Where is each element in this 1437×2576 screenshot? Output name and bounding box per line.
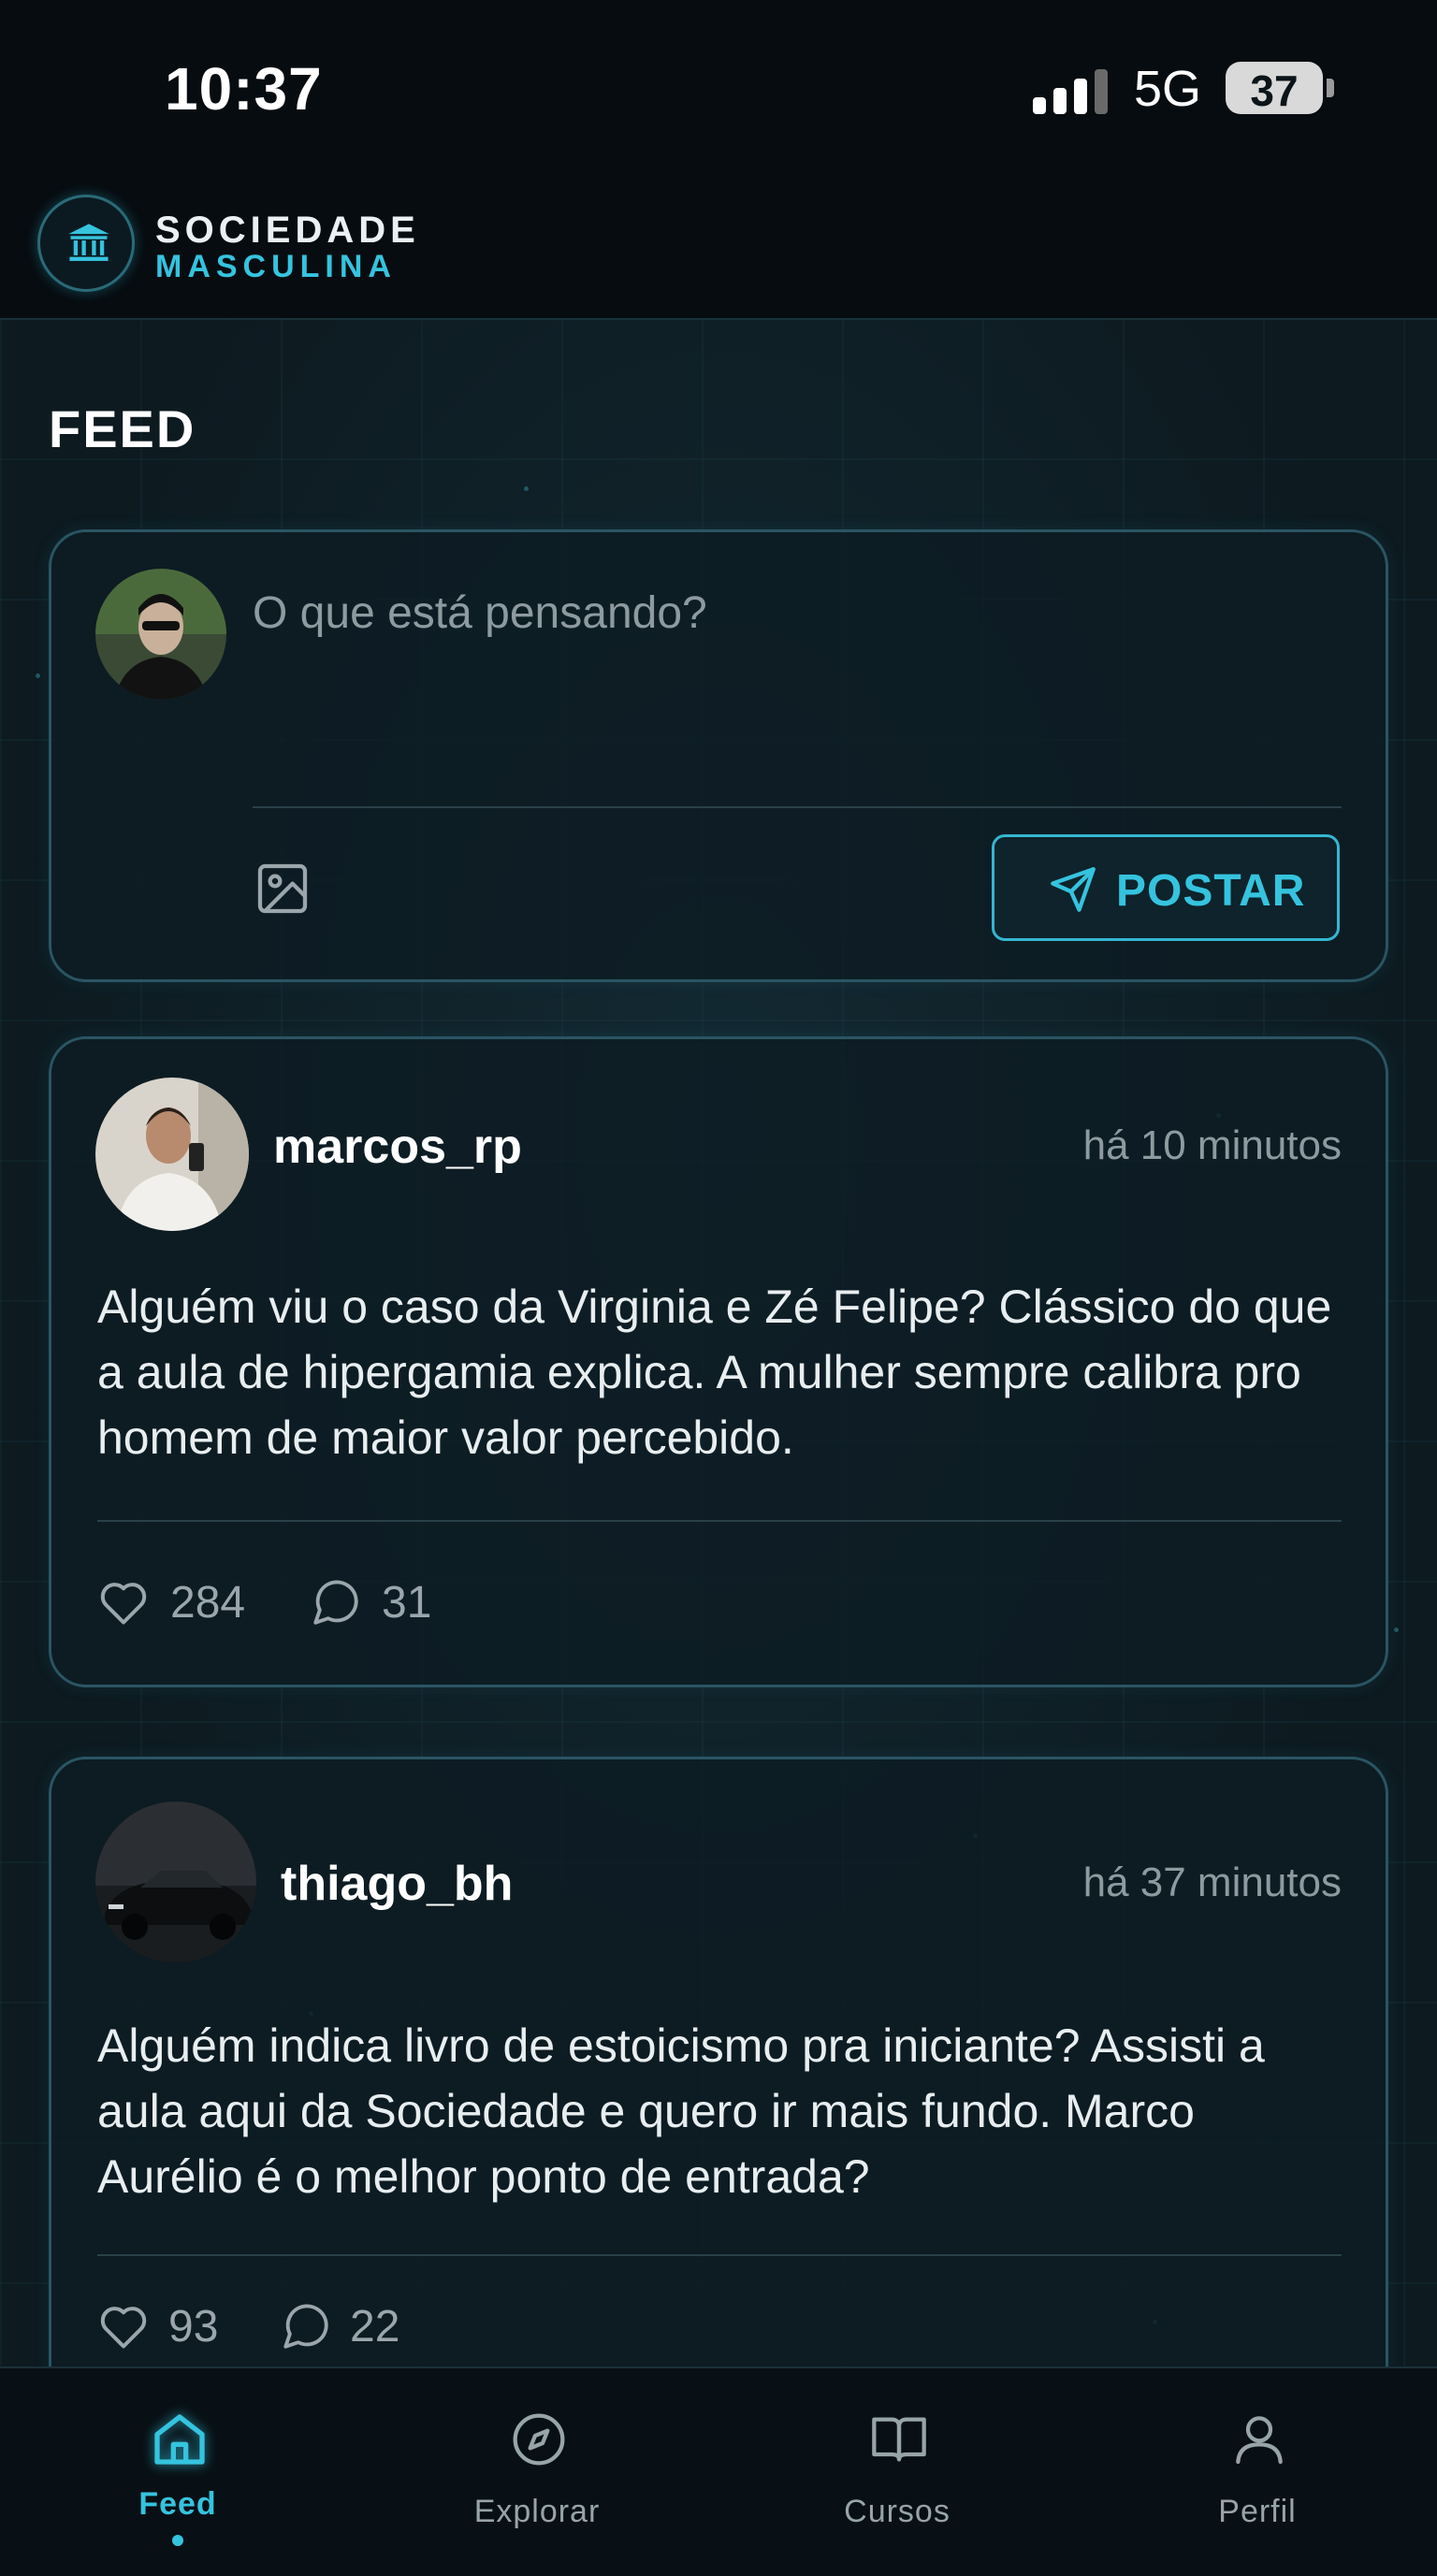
status-time: 10:37 <box>165 55 323 123</box>
tab-explorar-label: Explorar <box>473 2494 601 2529</box>
brand-name-line2: MASCULINA <box>155 249 397 284</box>
page-title: FEED <box>49 399 196 458</box>
post-button[interactable]: POSTAR <box>992 834 1340 941</box>
status-bar: 10:37 5G 37 <box>0 0 1437 178</box>
composer-input[interactable]: O que está pensando? <box>253 587 707 639</box>
composer-divider <box>253 806 1342 808</box>
post-button-label: POSTAR <box>1116 866 1306 916</box>
home-icon <box>154 2414 205 2465</box>
post-timestamp: há 37 minutos <box>1082 1860 1342 1905</box>
post-username[interactable]: thiago_bh <box>281 1856 513 1912</box>
user-icon <box>1236 2416 1283 2465</box>
like-count: 284 <box>170 1578 246 1628</box>
composer-avatar[interactable] <box>95 569 226 700</box>
avatar[interactable] <box>95 1078 249 1231</box>
compass-icon <box>513 2413 565 2466</box>
heart-icon[interactable] <box>95 2297 152 2353</box>
battery-icon: 37 <box>1226 62 1323 115</box>
post-divider <box>97 2254 1342 2256</box>
brand-name-line1: SOCIEDADE <box>155 210 420 251</box>
tab-explorar[interactable]: Explorar <box>443 2366 631 2544</box>
tab-cursos[interactable]: Cursos <box>804 2366 991 2544</box>
active-tab-indicator <box>172 2535 183 2546</box>
post-body: Alguém indica livro de estoicismo pra in… <box>97 2019 1265 2203</box>
book-icon <box>872 2417 926 2462</box>
comment-count: 22 <box>350 2302 400 2352</box>
send-icon <box>1051 867 1096 912</box>
bank-icon <box>68 224 109 261</box>
signal-icon <box>1033 67 1111 114</box>
battery-level: 37 <box>1250 66 1299 115</box>
avatar[interactable] <box>95 1802 256 1962</box>
image-icon[interactable] <box>253 859 312 919</box>
heart-icon[interactable] <box>95 1573 152 1629</box>
comment-count: 31 <box>382 1578 432 1628</box>
like-count: 93 <box>168 2302 219 2352</box>
tab-feed-label: Feed <box>138 2486 217 2522</box>
post-body: Alguém viu o caso da Virginia e Zé Felip… <box>97 1281 1332 1464</box>
comment-icon[interactable] <box>279 2299 333 2353</box>
logo[interactable] <box>37 195 135 292</box>
network-label: 5G <box>1134 61 1202 117</box>
tab-cursos-label: Cursos <box>844 2494 951 2529</box>
comment-icon[interactable] <box>309 1575 363 1629</box>
battery-nub <box>1327 79 1334 97</box>
post-username[interactable]: marcos_rp <box>273 1119 522 1175</box>
post-divider <box>97 1520 1342 1522</box>
tab-perfil-label: Perfil <box>1218 2494 1297 2529</box>
post-timestamp: há 10 minutos <box>1082 1122 1342 1168</box>
tab-perfil[interactable]: Perfil <box>1164 2366 1351 2544</box>
tab-feed[interactable]: Feed <box>84 2366 271 2546</box>
